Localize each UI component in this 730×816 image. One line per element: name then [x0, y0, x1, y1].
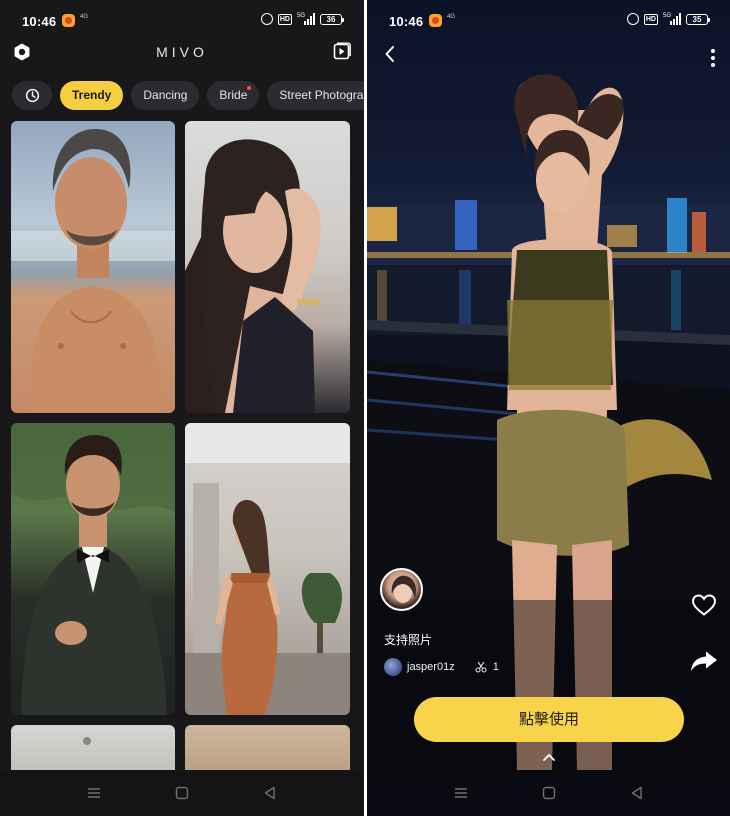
clock-history-icon [25, 88, 39, 103]
status-time: 10:46 [22, 14, 57, 29]
grid-item-6[interactable] [185, 725, 350, 771]
woman-halter-image [185, 139, 321, 413]
app-notification-icon [62, 14, 75, 27]
grid-item-shirtless-man[interactable] [11, 121, 175, 413]
status-bar: 10:46 4G HD 5G 36 [0, 0, 364, 40]
tab-bride[interactable]: Bride [207, 81, 260, 110]
man-tuxedo-image [11, 423, 175, 715]
status-bar: 10:46 4G HD 5G 35 [367, 0, 730, 40]
author-row: jasper01z 1 [384, 657, 499, 677]
share-arrow-icon[interactable] [690, 650, 718, 672]
alarm-icon [626, 13, 639, 25]
more-vertical-icon[interactable] [710, 48, 716, 68]
app-brand-title: MIVO [156, 44, 208, 60]
heart-like-icon[interactable] [691, 593, 717, 617]
video-preview[interactable] [367, 0, 730, 770]
menu-icon[interactable] [454, 786, 468, 800]
hd-label: HD [277, 13, 292, 25]
back-chevron-icon[interactable] [383, 44, 397, 64]
home-square-icon[interactable] [175, 786, 189, 800]
tab-history[interactable] [12, 81, 52, 110]
grid-item-5[interactable] [11, 725, 175, 771]
night-city-dancer-image [367, 74, 730, 770]
chevron-up-icon[interactable] [542, 752, 556, 762]
author-avatar[interactable] [384, 658, 402, 676]
system-navigation-bar [0, 770, 364, 816]
grid-item-man-tuxedo[interactable] [11, 423, 175, 715]
battery-icon: 35 [686, 13, 710, 25]
use-count-value: 1 [492, 661, 499, 673]
network-label: 4G [447, 14, 456, 20]
app-header: MIVO [0, 40, 364, 68]
right-screen-template-detail: 10:46 4G HD 5G 35 支持照片 jasper01z 1 點擊使用 [367, 0, 730, 816]
home-square-icon[interactable] [542, 786, 556, 800]
category-tabs: Trendy Dancing Bride Street Photograp [12, 81, 364, 111]
tab-trendy[interactable]: Trendy [60, 81, 124, 110]
app-notification-icon [429, 14, 442, 27]
status-time: 10:46 [389, 14, 424, 29]
media-play-icon[interactable] [332, 41, 352, 61]
tab-dancing[interactable]: Dancing [131, 81, 200, 110]
use-count: 1 [475, 661, 499, 673]
signal-icon: 5G [663, 13, 681, 25]
new-badge-dot [247, 86, 252, 90]
back-triangle-icon[interactable] [263, 786, 277, 800]
network-label: 4G [80, 14, 89, 20]
scissors-icon [475, 661, 487, 673]
menu-icon[interactable] [87, 786, 101, 800]
left-screen-mivo-home: 10:46 4G HD 5G 36 MIVO Trendy Dancing Br… [0, 0, 364, 816]
template-avatar[interactable] [380, 568, 423, 611]
signal-icon: 5G [297, 13, 315, 25]
alarm-icon [260, 13, 273, 25]
template-caption: 支持照片 [384, 633, 433, 647]
back-triangle-icon[interactable] [630, 786, 644, 800]
tab-bride-label: Bride [219, 88, 248, 102]
grid-item-woman-orange-dress[interactable] [185, 423, 350, 715]
shirtless-man-beach-image [11, 129, 175, 413]
partial-thumbnail-image [83, 737, 91, 745]
system-navigation-bar [367, 770, 730, 816]
hd-label: HD [643, 13, 658, 25]
author-name[interactable]: jasper01z [407, 661, 455, 673]
template-grid [11, 121, 350, 771]
battery-icon: 36 [320, 13, 344, 25]
tab-street-photography[interactable]: Street Photograp [267, 81, 364, 110]
grid-item-woman-halter[interactable] [185, 121, 350, 413]
woman-orange-dress-image [185, 423, 350, 715]
use-template-button[interactable]: 點擊使用 [414, 697, 684, 742]
